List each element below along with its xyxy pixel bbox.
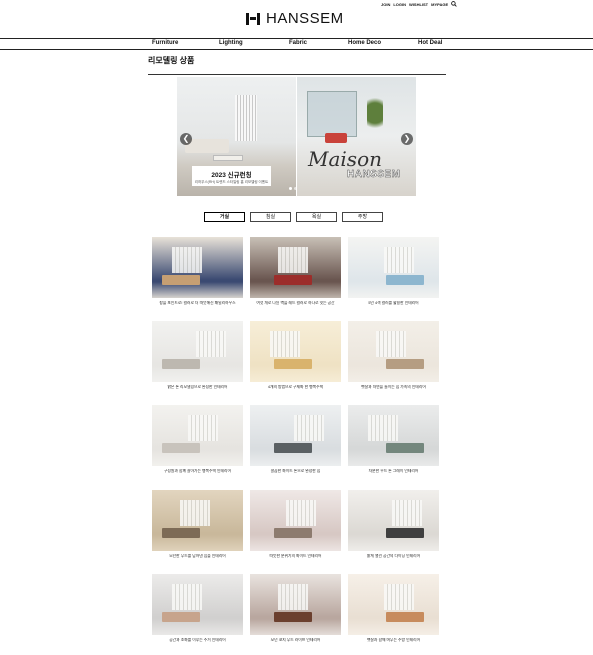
product-caption: 햇살과 함께 머무는 주방 인테리어 bbox=[366, 638, 421, 642]
product-image[interactable] bbox=[250, 321, 341, 382]
product-card[interactable]: 4개의 방법으로 구체화 한 행복주택 bbox=[250, 321, 341, 390]
hero-caption: 2023 신규런칭 리하우스(RH) 트렌드 스타일링 홈 리모델링 이벤트 bbox=[192, 166, 271, 186]
product-image[interactable] bbox=[250, 237, 341, 298]
product-card[interactable]: 구성원과 함께 살아가는 행복주택 인테리어 bbox=[152, 405, 243, 474]
join-link[interactable]: JOIN bbox=[381, 2, 390, 7]
product-caption: 여섯 개로 나뉜 벽을 레드 컬러로 하나로 잇는 공간 bbox=[256, 301, 335, 305]
hero-banner[interactable]: Maison HANSSEM ❮ ❯ 2023 신규런칭 리하우스(RH) 트렌… bbox=[177, 77, 416, 196]
product-caption: 구성원과 함께 살아가는 행복주택 인테리어 bbox=[163, 469, 232, 473]
room-tabs: 거실 침실 욕실 주방 bbox=[204, 212, 388, 222]
product-caption: 모던 코지 무드 라이프 인테리어 bbox=[270, 638, 321, 642]
hero-script-title: Maison bbox=[308, 147, 382, 171]
product-image[interactable] bbox=[152, 237, 243, 298]
search-icon[interactable] bbox=[451, 1, 457, 7]
hero-caption-title: 2023 신규런칭 bbox=[211, 172, 252, 179]
tab-living-room[interactable]: 거실 bbox=[204, 212, 245, 222]
product-image[interactable] bbox=[348, 321, 439, 382]
tab-bathroom[interactable]: 욕실 bbox=[296, 212, 337, 222]
product-image[interactable] bbox=[348, 490, 439, 551]
nav-item-hot-deal[interactable]: Hot Deal bbox=[418, 40, 442, 46]
carousel-dots[interactable] bbox=[289, 187, 297, 190]
product-image[interactable] bbox=[348, 405, 439, 466]
product-image[interactable] bbox=[250, 405, 341, 466]
product-caption: 따뜻한 분위기의 화이트 인테리어 bbox=[269, 554, 322, 558]
product-image[interactable] bbox=[152, 574, 243, 635]
nav-item-lighting[interactable]: Lighting bbox=[219, 40, 243, 46]
product-card[interactable]: 모던한 무드를 담아낸 심플 인테리어 bbox=[152, 490, 243, 559]
nav-item-furniture[interactable]: Furniture bbox=[152, 40, 178, 46]
product-image[interactable] bbox=[152, 321, 243, 382]
product-image[interactable] bbox=[348, 237, 439, 298]
product-image[interactable] bbox=[348, 574, 439, 635]
product-card[interactable]: 모던 코지 무드 라이프 인테리어 bbox=[250, 574, 341, 643]
tab-kitchen[interactable]: 주방 bbox=[342, 212, 383, 222]
account-links: JOIN LOGIN WISHLIST MYPAGE bbox=[381, 1, 457, 7]
product-caption: 모던한 무드를 담아낸 심플 인테리어 bbox=[169, 554, 226, 558]
product-card[interactable]: 따뜻한 분위기의 화이트 인테리어 bbox=[250, 490, 341, 559]
product-caption: 5인 4색 컬러를 활용한 인테리어 bbox=[368, 301, 419, 305]
product-image[interactable] bbox=[250, 574, 341, 635]
product-caption: 창을 포인트로! 컬러로 더 따뜻해진 패밀리하우스 bbox=[159, 301, 236, 305]
product-card[interactable]: 창을 포인트로! 컬러로 더 따뜻해진 패밀리하우스 bbox=[152, 237, 243, 306]
product-image[interactable] bbox=[152, 405, 243, 466]
product-card[interactable]: 깔끔한 화이트 톤으로 완성한 집 bbox=[250, 405, 341, 474]
product-card[interactable]: 5인 4색 컬러를 활용한 인테리어 bbox=[348, 237, 439, 306]
logo-mark-icon bbox=[246, 12, 260, 25]
product-card[interactable]: 밝은 톤 리모델링으로 완성한 인테리어 bbox=[152, 321, 243, 390]
product-card[interactable]: 여섯 개로 나뉜 벽을 레드 컬러로 하나로 잇는 공간 bbox=[250, 237, 341, 306]
product-card[interactable]: 공간과 조화를 이루는 주거 인테리어 bbox=[152, 574, 243, 643]
next-arrow-icon[interactable]: ❯ bbox=[401, 133, 413, 145]
prev-arrow-icon[interactable]: ❮ bbox=[180, 133, 192, 145]
nav-item-home-deco[interactable]: Home Deco bbox=[348, 40, 381, 46]
mypage-link[interactable]: MYPAGE bbox=[431, 2, 448, 7]
product-caption: 햇살과 자연을 들이는 집 가족의 인테리어 bbox=[361, 385, 426, 389]
carousel-dot[interactable] bbox=[294, 187, 297, 190]
product-caption: 4개의 방법으로 구체화 한 행복주택 bbox=[267, 385, 324, 389]
page-title: 리모델링 상품 bbox=[148, 56, 195, 65]
main-nav: Furniture Lighting Fabric Home Deco Hot … bbox=[0, 38, 593, 50]
logo-text: HANSSEM bbox=[266, 10, 344, 27]
product-caption: 밝게 열린 공간의 다이닝 인테리어 bbox=[366, 554, 421, 558]
product-caption: 밝은 톤 리모델링으로 완성한 인테리어 bbox=[167, 385, 228, 389]
product-card[interactable]: 햇살과 자연을 들이는 집 가족의 인테리어 bbox=[348, 321, 439, 390]
product-card[interactable]: 차분한 우드 톤 그레이 인테리어 bbox=[348, 405, 439, 474]
carousel-dot[interactable] bbox=[289, 187, 292, 190]
hero-brand-title: HANSSEM bbox=[347, 169, 401, 180]
product-image[interactable] bbox=[152, 490, 243, 551]
hero-caption-sub: 리하우스(RH) 트렌드 스타일링 홈 리모델링 이벤트 bbox=[194, 180, 269, 184]
nav-item-fabric[interactable]: Fabric bbox=[289, 40, 307, 46]
brand-logo[interactable]: HANSSEM bbox=[246, 10, 344, 27]
product-caption: 공간과 조화를 이루는 주거 인테리어 bbox=[169, 638, 226, 642]
product-caption: 차분한 우드 톤 그레이 인테리어 bbox=[368, 469, 419, 473]
product-caption: 깔끔한 화이트 톤으로 완성한 집 bbox=[270, 469, 321, 473]
wishlist-link[interactable]: WISHLIST bbox=[409, 2, 428, 7]
product-image[interactable] bbox=[250, 490, 341, 551]
title-divider bbox=[148, 74, 446, 75]
tab-bedroom[interactable]: 침실 bbox=[250, 212, 291, 222]
product-card[interactable]: 밝게 열린 공간의 다이닝 인테리어 bbox=[348, 490, 439, 559]
login-link[interactable]: LOGIN bbox=[393, 2, 406, 7]
product-card[interactable]: 햇살과 함께 머무는 주방 인테리어 bbox=[348, 574, 439, 643]
